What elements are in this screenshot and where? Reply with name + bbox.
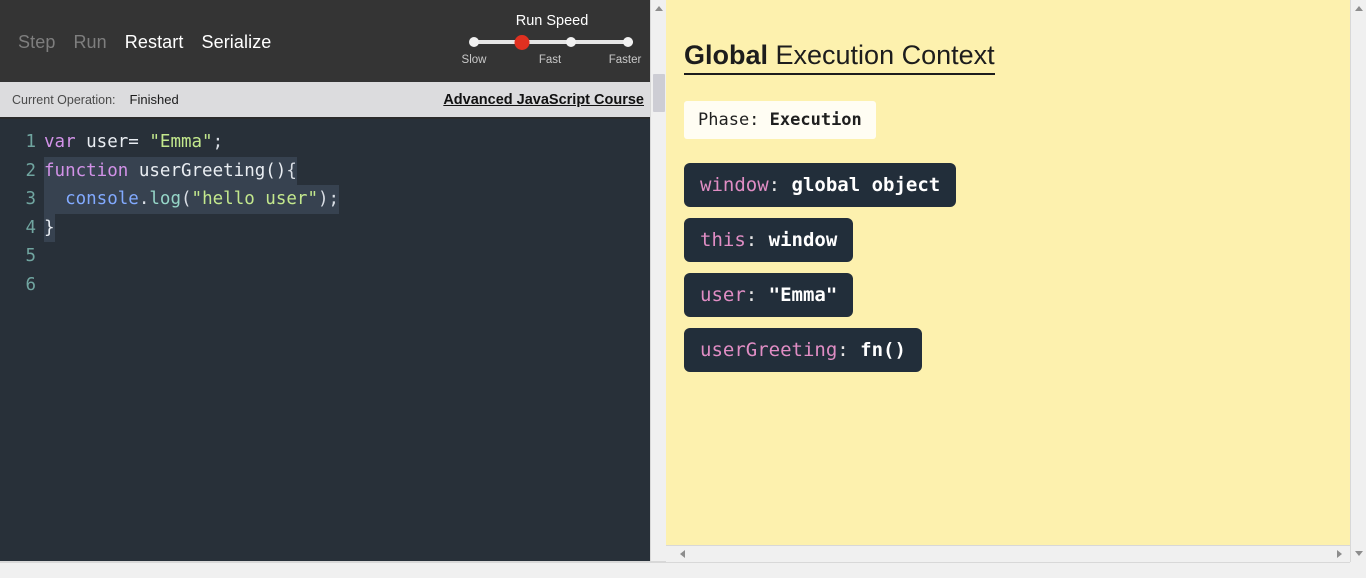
variable-row-usergreeting: userGreeting: fn() <box>684 328 922 372</box>
title-scope-word: Global <box>684 40 769 70</box>
code-line-5: 5 <box>0 242 666 271</box>
slider-label-row: Slow Fast Faster <box>455 54 649 68</box>
token-string: "hello user" <box>191 189 318 209</box>
page-horizontal-scrollbar[interactable] <box>0 562 1366 578</box>
token-brace: } <box>44 217 55 238</box>
slider-tick-selected[interactable] <box>514 34 530 50</box>
token-string: "Emma" <box>149 132 213 152</box>
scrollbar-corner <box>1350 562 1366 578</box>
code-line-content: console.log("hello user"); <box>44 185 340 214</box>
line-number: 3 <box>25 189 36 209</box>
token-object: console <box>65 189 139 209</box>
visualizer-left-pane: Step Run Restart Serialize Run Speed Slo… <box>0 0 666 578</box>
execution-context-pane: Global Execution Context Phase: Executio… <box>666 0 1366 578</box>
page-scroll-down-arrow-icon[interactable] <box>1351 545 1366 562</box>
code-line-6: 6 <box>0 271 666 300</box>
variable-key: userGreeting <box>700 339 838 361</box>
code-line-4: 4 } <box>0 213 666 242</box>
slider-label-faster: Faster <box>608 54 642 66</box>
code-line-content: } <box>44 213 55 242</box>
current-operation-label: Current Operation: <box>12 92 116 107</box>
page-scroll-up-arrow-icon[interactable] <box>1351 0 1366 17</box>
code-line-3: 3 console.log("hello user"); <box>0 185 666 214</box>
variable-key: window <box>700 174 769 196</box>
token-paren: ( <box>181 189 192 209</box>
right-pane-horizontal-scrollbar[interactable] <box>666 545 1350 562</box>
variable-list: window: global object this: window user:… <box>684 163 957 372</box>
line-number: 1 <box>25 132 36 152</box>
code-line-2: 2 function userGreeting(){ <box>0 156 666 185</box>
toolbar-button-group: Step Run Restart Serialize <box>0 32 271 53</box>
token-identifier: user= <box>75 132 150 152</box>
advanced-javascript-course-link[interactable]: Advanced JavaScript Course <box>443 92 644 108</box>
code-line-1: 1 var user= "Emma"; <box>0 128 666 157</box>
current-operation-value: Finished <box>129 92 179 107</box>
slider-rail <box>471 40 633 44</box>
variable-value: fn() <box>860 339 906 361</box>
left-pane-vertical-scrollbar[interactable] <box>650 0 666 578</box>
status-bar: Current Operation: Finished Advanced Jav… <box>0 82 666 119</box>
line-number: 4 <box>25 217 36 238</box>
variable-separator: : <box>745 229 769 251</box>
slider-tick-faster[interactable] <box>623 37 633 47</box>
variable-value: "Emma" <box>768 284 838 306</box>
line-number: 5 <box>25 246 36 266</box>
run-speed-control: Run Speed Slow Fast Faster <box>455 13 649 68</box>
scroll-up-arrow-icon[interactable] <box>651 0 666 17</box>
variable-row-this: this: window <box>684 218 854 262</box>
token-method: log <box>149 189 181 209</box>
slider-tick-slow[interactable] <box>469 37 479 47</box>
restart-button[interactable]: Restart <box>125 32 184 53</box>
token-dot: . <box>138 189 150 209</box>
app-screen: Step Run Restart Serialize Run Speed Slo… <box>0 0 1366 578</box>
token-keyword: var <box>44 132 76 152</box>
run-button[interactable]: Run <box>73 32 106 53</box>
variable-separator: : <box>837 339 861 361</box>
execution-context-title: Global Execution Context <box>684 40 995 75</box>
phase-value: Execution <box>769 110 862 130</box>
run-speed-title: Run Speed <box>515 13 589 29</box>
phase-label: Phase: <box>698 110 770 130</box>
slider-tick-fast[interactable] <box>566 37 576 47</box>
step-button[interactable]: Step <box>18 32 55 53</box>
token-punct: ; <box>212 132 224 152</box>
slider-label-slow: Slow <box>461 54 487 66</box>
code-line-content: var user= "Emma"; <box>44 128 223 157</box>
token-brace: { <box>286 160 297 181</box>
scroll-left-arrow-icon[interactable] <box>674 546 691 562</box>
scroll-right-arrow-icon[interactable] <box>1331 546 1348 562</box>
code-editor[interactable]: 1 var user= "Emma"; 2 function userGreet… <box>0 119 666 560</box>
title-rest: Execution Context <box>768 40 995 70</box>
variable-row-user: user: "Emma" <box>684 273 854 317</box>
variable-value: global object <box>791 174 941 196</box>
code-line-content: function userGreeting(){ <box>44 156 297 185</box>
line-number: 2 <box>25 160 36 181</box>
variable-value: window <box>768 229 838 251</box>
serialize-button[interactable]: Serialize <box>201 32 271 53</box>
page-vertical-scrollbar[interactable] <box>1350 0 1366 562</box>
toolbar: Step Run Restart Serialize Run Speed Slo… <box>0 0 666 82</box>
token-punct: ); <box>317 189 340 209</box>
phase-badge: Phase: Execution <box>684 101 876 139</box>
left-pane-scroll-thumb[interactable] <box>653 74 665 112</box>
variable-key: user <box>700 284 746 306</box>
variable-separator: : <box>745 284 769 306</box>
variable-key: this <box>700 229 746 251</box>
variable-separator: : <box>768 174 792 196</box>
run-speed-slider[interactable] <box>469 34 633 50</box>
slider-label-fast: Fast <box>538 54 562 66</box>
token-function-name: userGreeting() <box>128 160 287 181</box>
token-keyword: function <box>44 160 129 181</box>
variable-row-window: window: global object <box>684 163 957 207</box>
line-number: 6 <box>25 274 36 295</box>
